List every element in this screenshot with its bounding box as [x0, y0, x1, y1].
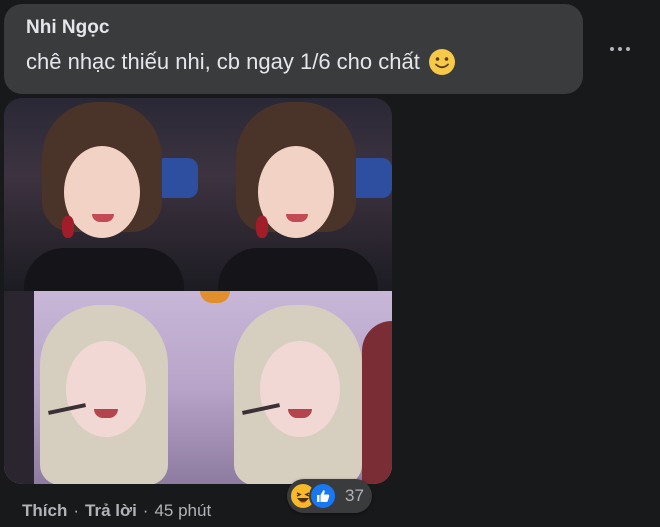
photo-attachment-grid[interactable] [4, 98, 392, 484]
comment-author[interactable]: Nhi Ngọc [26, 17, 109, 39]
photo-3[interactable] [4, 291, 198, 484]
photo-detail [66, 341, 146, 437]
comment-bubble: Nhi Ngọc chê nhạc thiếu nhi, cb ngay 1/6… [4, 4, 583, 94]
photo-detail [4, 291, 34, 484]
separator: · [73, 501, 80, 520]
photo-1[interactable] [4, 98, 198, 291]
photo-4[interactable] [198, 291, 392, 484]
photo-detail [258, 146, 334, 238]
timestamp[interactable]: 45 phút [154, 501, 211, 521]
reaction-count: 37 [345, 486, 364, 505]
photo-detail [62, 216, 74, 238]
photo-detail [64, 146, 140, 238]
like-icon [309, 482, 337, 510]
comment-actions: Thích · Trả lời · 45 phút [22, 501, 211, 521]
comment-text-row: chê nhạc thiếu nhi, cb ngay 1/6 cho chất [26, 48, 583, 76]
reply-link[interactable]: Trả lời [85, 501, 137, 521]
slightly-smiling-face-icon [428, 49, 455, 75]
comment-text: chê nhạc thiếu nhi, cb ngay 1/6 cho chất [26, 49, 420, 74]
more-dot-icon [626, 47, 630, 51]
more-dot-icon [610, 47, 614, 51]
photo-detail [362, 321, 392, 484]
photo-2[interactable] [198, 98, 392, 291]
photo-detail [218, 248, 378, 291]
photo-detail [24, 248, 184, 291]
photo-detail [256, 216, 268, 238]
more-dot-icon [618, 47, 622, 51]
like-link[interactable]: Thích [22, 501, 67, 521]
photo-detail [260, 341, 340, 437]
more-options-button[interactable] [598, 36, 642, 62]
reaction-summary[interactable]: 37 [287, 479, 372, 513]
separator: · [142, 501, 149, 520]
photo-detail [200, 291, 230, 303]
